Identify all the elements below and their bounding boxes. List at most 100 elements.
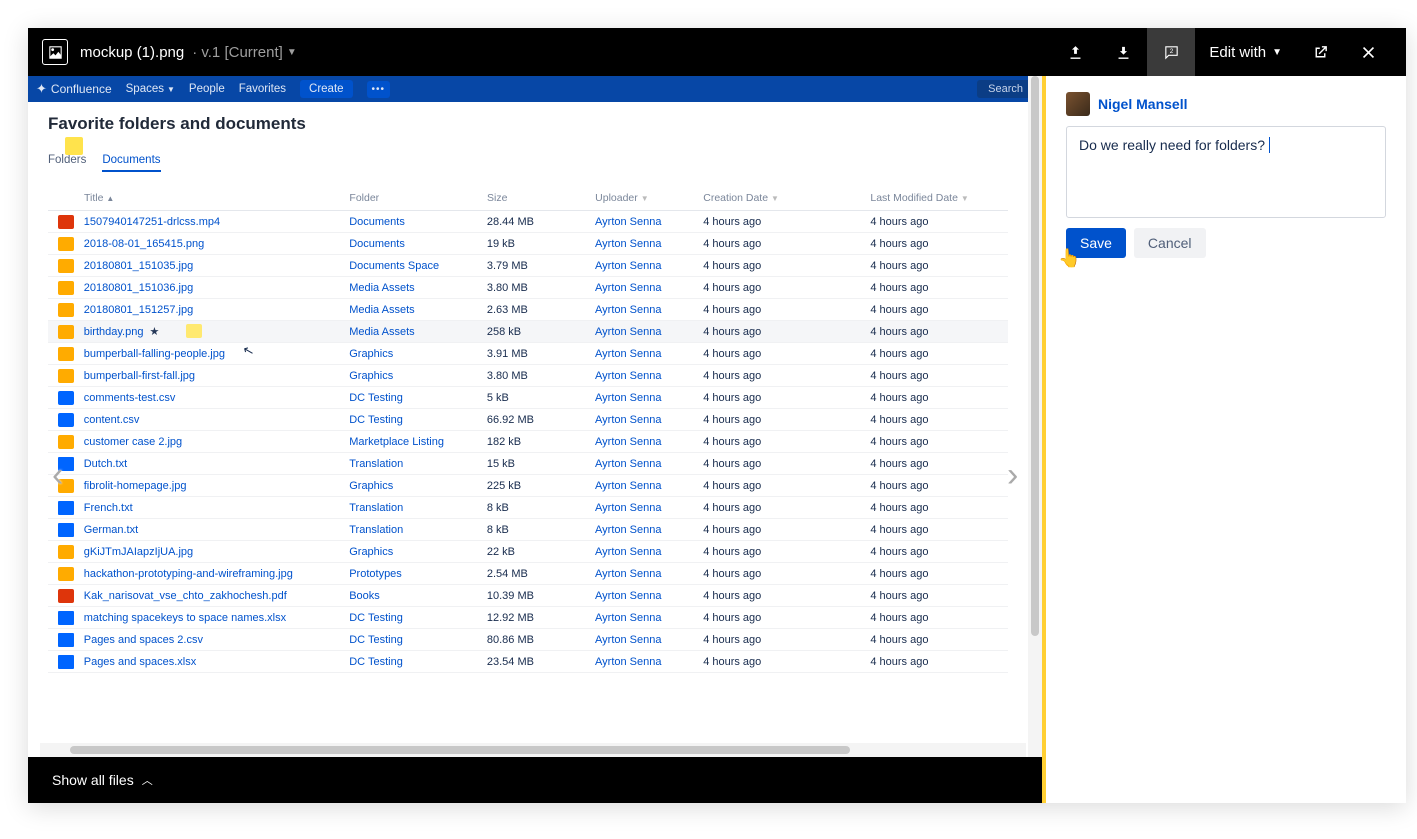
folder-link[interactable]: Marketplace Listing xyxy=(349,436,487,448)
next-arrow[interactable]: › xyxy=(1007,456,1018,495)
share-icon[interactable] xyxy=(1296,28,1344,76)
uploader-link[interactable]: Ayrton Senna xyxy=(595,370,703,382)
file-name-link[interactable]: customer case 2.jpg xyxy=(84,436,349,448)
folder-link[interactable]: DC Testing xyxy=(349,392,487,404)
file-name-link[interactable]: bumperball-first-fall.jpg xyxy=(84,370,349,382)
vertical-scrollbar[interactable] xyxy=(1028,76,1042,757)
uploader-link[interactable]: Ayrton Senna xyxy=(595,480,703,492)
table-row[interactable]: matching spacekeys to space names.xlsxDC… xyxy=(48,607,1008,629)
folder-link[interactable]: DC Testing xyxy=(349,612,487,624)
col-modified[interactable]: Last Modified Date ▼ xyxy=(870,192,1008,204)
search-input[interactable]: Search xyxy=(977,80,1034,98)
file-name-link[interactable]: Pages and spaces 2.csv xyxy=(84,634,349,646)
uploader-link[interactable]: Ayrton Senna xyxy=(595,590,703,602)
file-name-link[interactable]: 20180801_151035.jpg xyxy=(84,260,349,272)
nav-favorites[interactable]: Favorites xyxy=(239,83,286,95)
table-row[interactable]: German.txtTranslation8 kBAyrton Senna4 h… xyxy=(48,519,1008,541)
file-name-link[interactable]: birthday.png★ xyxy=(84,325,349,338)
folder-link[interactable]: DC Testing xyxy=(349,656,487,668)
uploader-link[interactable]: Ayrton Senna xyxy=(595,524,703,536)
tab-folders[interactable]: Folders xyxy=(48,154,86,172)
file-name-link[interactable]: bumperball-falling-people.jpg xyxy=(84,348,349,360)
folder-link[interactable]: Translation xyxy=(349,502,487,514)
folder-link[interactable]: DC Testing xyxy=(349,634,487,646)
file-name-link[interactable]: French.txt xyxy=(84,502,349,514)
uploader-link[interactable]: Ayrton Senna xyxy=(595,326,703,338)
save-button[interactable]: Save xyxy=(1066,228,1126,258)
folder-link[interactable]: Prototypes xyxy=(349,568,487,580)
folder-link[interactable]: Books xyxy=(349,590,487,602)
edit-with-dropdown[interactable]: Edit with▼ xyxy=(1195,44,1296,61)
show-all-files[interactable]: Show all files︿ xyxy=(28,757,1042,803)
table-row[interactable]: gKiJTmJAIapzIjUA.jpgGraphics22 kBAyrton … xyxy=(48,541,1008,563)
table-row[interactable]: comments-test.csvDC Testing5 kBAyrton Se… xyxy=(48,387,1008,409)
nav-spaces[interactable]: Spaces ▼ xyxy=(126,83,175,95)
nav-people[interactable]: People xyxy=(189,83,225,95)
file-name-link[interactable]: content.csv xyxy=(84,414,349,426)
table-row[interactable]: 2018-08-01_165415.pngDocuments19 kBAyrto… xyxy=(48,233,1008,255)
uploader-link[interactable]: Ayrton Senna xyxy=(595,216,703,228)
cancel-button[interactable]: Cancel xyxy=(1134,228,1206,258)
col-title[interactable]: Title ▲ xyxy=(84,192,349,204)
table-row[interactable]: 20180801_151035.jpgDocuments Space3.79 M… xyxy=(48,255,1008,277)
uploader-link[interactable]: Ayrton Senna xyxy=(595,546,703,558)
uploader-link[interactable]: Ayrton Senna xyxy=(595,260,703,272)
folder-link[interactable]: Graphics xyxy=(349,480,487,492)
uploader-link[interactable]: Ayrton Senna xyxy=(595,282,703,294)
file-name-link[interactable]: matching spacekeys to space names.xlsx xyxy=(84,612,349,624)
horizontal-scrollbar[interactable] xyxy=(40,743,1026,757)
table-row[interactable]: 20180801_151036.jpgMedia Assets3.80 MBAy… xyxy=(48,277,1008,299)
comment-input[interactable]: Do we really need for folders? xyxy=(1066,126,1386,218)
uploader-link[interactable]: Ayrton Senna xyxy=(595,568,703,580)
uploader-link[interactable]: Ayrton Senna xyxy=(595,502,703,514)
col-created[interactable]: Creation Date ▼ xyxy=(703,192,870,204)
table-row[interactable]: fibrolit-homepage.jpgGraphics225 kBAyrto… xyxy=(48,475,1008,497)
folder-link[interactable]: Graphics xyxy=(349,370,487,382)
uploader-link[interactable]: Ayrton Senna xyxy=(595,238,703,250)
upload-icon[interactable] xyxy=(1051,28,1099,76)
version-dropdown[interactable]: · v.1 [Current]▼ xyxy=(192,44,297,61)
folder-link[interactable]: Translation xyxy=(349,524,487,536)
file-name-link[interactable]: 20180801_151257.jpg xyxy=(84,304,349,316)
file-name-link[interactable]: German.txt xyxy=(84,524,349,536)
table-row[interactable]: Dutch.txtTranslation15 kBAyrton Senna4 h… xyxy=(48,453,1008,475)
folder-link[interactable]: Media Assets xyxy=(349,282,487,294)
folder-link[interactable]: Documents xyxy=(349,216,487,228)
more-icon[interactable]: ••• xyxy=(367,81,391,98)
file-name-link[interactable]: Pages and spaces.xlsx xyxy=(84,656,349,668)
uploader-link[interactable]: Ayrton Senna xyxy=(595,436,703,448)
tab-documents[interactable]: Documents xyxy=(102,154,160,172)
folder-link[interactable]: DC Testing xyxy=(349,414,487,426)
table-row[interactable]: customer case 2.jpgMarketplace Listing18… xyxy=(48,431,1008,453)
file-name-link[interactable]: hackathon-prototyping-and-wireframing.jp… xyxy=(84,568,349,580)
star-icon[interactable]: ★ xyxy=(149,325,159,338)
col-uploader[interactable]: Uploader ▼ xyxy=(595,192,703,204)
table-row[interactable]: Pages and spaces 2.csvDC Testing80.86 MB… xyxy=(48,629,1008,651)
uploader-link[interactable]: Ayrton Senna xyxy=(595,612,703,624)
table-row[interactable]: bumperball-first-fall.jpgGraphics3.80 MB… xyxy=(48,365,1008,387)
uploader-link[interactable]: Ayrton Senna xyxy=(595,656,703,668)
table-row[interactable]: content.csvDC Testing66.92 MBAyrton Senn… xyxy=(48,409,1008,431)
file-name-link[interactable]: fibrolit-homepage.jpg xyxy=(84,480,349,492)
commenter-name[interactable]: Nigel Mansell xyxy=(1098,96,1187,112)
folder-link[interactable]: Graphics xyxy=(349,348,487,360)
table-row[interactable]: 1507940147251-drlcss.mp4Documents28.44 M… xyxy=(48,211,1008,233)
annotation-marker[interactable] xyxy=(186,324,202,338)
table-row[interactable]: 20180801_151257.jpgMedia Assets2.63 MBAy… xyxy=(48,299,1008,321)
uploader-link[interactable]: Ayrton Senna xyxy=(595,458,703,470)
file-name-link[interactable]: gKiJTmJAIapzIjUA.jpg xyxy=(84,546,349,558)
file-name-link[interactable]: comments-test.csv xyxy=(84,392,349,404)
create-button[interactable]: Create xyxy=(300,80,353,98)
uploader-link[interactable]: Ayrton Senna xyxy=(595,634,703,646)
table-row[interactable]: Pages and spaces.xlsxDC Testing23.54 MBA… xyxy=(48,651,1008,673)
col-folder[interactable]: Folder xyxy=(349,192,487,204)
table-row[interactable]: hackathon-prototyping-and-wireframing.jp… xyxy=(48,563,1008,585)
folder-link[interactable]: Documents xyxy=(349,238,487,250)
uploader-link[interactable]: Ayrton Senna xyxy=(595,348,703,360)
folder-link[interactable]: Documents Space xyxy=(349,260,487,272)
file-name-link[interactable]: Dutch.txt xyxy=(84,458,349,470)
close-icon[interactable] xyxy=(1344,28,1392,76)
folder-link[interactable]: Media Assets xyxy=(349,326,487,338)
prev-arrow[interactable]: ‹ xyxy=(52,456,63,495)
folder-link[interactable]: Media Assets xyxy=(349,304,487,316)
